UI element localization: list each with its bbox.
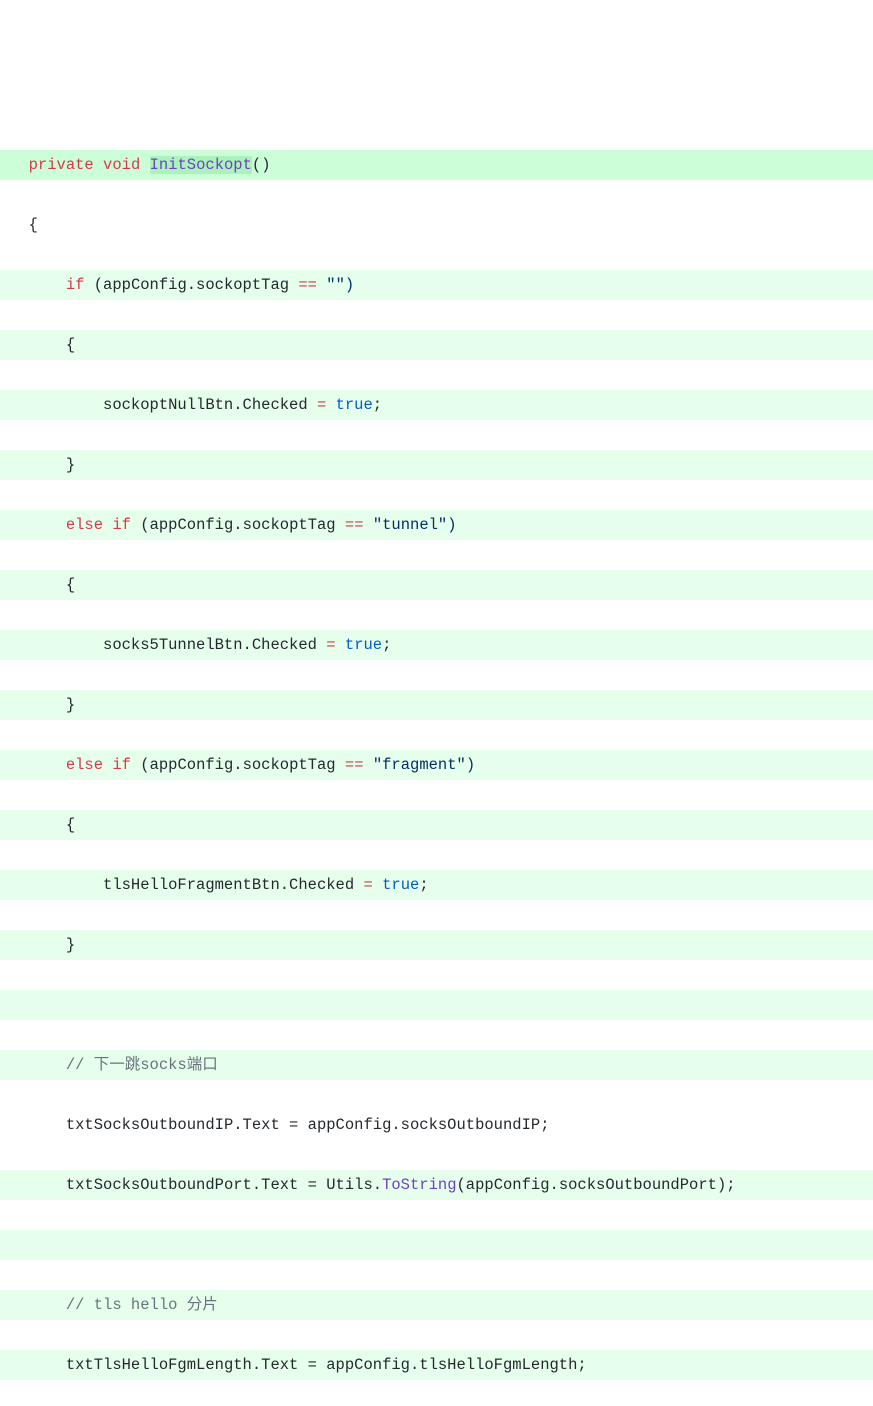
op-assign: =	[363, 876, 372, 894]
code-line: }	[0, 690, 873, 720]
code-line: txtTlsHelloFgmLength.Text = appConfig.tl…	[0, 1350, 873, 1380]
code-line: {	[0, 330, 873, 360]
string-literal: "fragment")	[364, 756, 476, 774]
stmt-suffix: (appConfig.socksOutboundPort);	[457, 1176, 736, 1194]
bool-literal: true	[382, 876, 419, 894]
brace-open: {	[66, 576, 75, 594]
keyword-else: else	[66, 516, 103, 534]
bool-literal: true	[345, 636, 382, 654]
op-assign: =	[317, 396, 326, 414]
string-literal: "")	[317, 276, 354, 294]
stmt: txtSocksOutboundIP.Text = appConfig.sock…	[66, 1116, 550, 1134]
keyword-private: private	[29, 156, 94, 174]
code-line: tlsHelloFragmentBtn.Checked = true;	[0, 870, 873, 900]
code-line: private void InitSockopt()	[0, 150, 873, 180]
op-assign: =	[326, 636, 335, 654]
brace-close: }	[66, 456, 75, 474]
paren: ()	[252, 156, 271, 174]
op-eq: ==	[345, 516, 364, 534]
code-line: socks5TunnelBtn.Checked = true;	[0, 630, 873, 660]
keyword-if: if	[112, 516, 131, 534]
cond-open: (appConfig.sockoptTag	[94, 276, 299, 294]
cond-open: (appConfig.sockoptTag	[140, 516, 345, 534]
code-line: else if (appConfig.sockoptTag == "fragme…	[0, 750, 873, 780]
code-line: if (appConfig.sockoptTag == "")	[0, 270, 873, 300]
cond-open: (appConfig.sockoptTag	[140, 756, 345, 774]
stmt-prefix: txtSocksOutboundPort.Text = Utils.	[66, 1176, 382, 1194]
brace-open: {	[66, 336, 75, 354]
code-line	[0, 990, 873, 1020]
code-line: }	[0, 930, 873, 960]
code-line: {	[0, 570, 873, 600]
brace-close: }	[66, 936, 75, 954]
stmt: txtTlsHelloFgmLength.Text = appConfig.tl…	[66, 1356, 587, 1374]
bool-literal: true	[336, 396, 373, 414]
code-line: sockoptNullBtn.Checked = true;	[0, 390, 873, 420]
method-call: ToString	[382, 1176, 456, 1194]
brace-open: {	[66, 816, 75, 834]
code-line: else if (appConfig.sockoptTag == "tunnel…	[0, 510, 873, 540]
code-line: txtSocksOutboundPort.Text = Utils.ToStri…	[0, 1170, 873, 1200]
code-line	[0, 1230, 873, 1260]
op-eq: ==	[298, 276, 317, 294]
code-line: {	[0, 210, 873, 240]
string-literal: "tunnel")	[364, 516, 457, 534]
code-line: {	[0, 810, 873, 840]
brace-open: {	[29, 216, 38, 234]
stmt-prefix: socks5TunnelBtn.Checked	[103, 636, 326, 654]
semi: ;	[419, 876, 428, 894]
comment: // tls hello 分片	[66, 1296, 218, 1314]
code-diff-block: private void InitSockopt() { if (appConf…	[0, 120, 873, 1406]
keyword-void: void	[103, 156, 140, 174]
code-line: // 下一跳socks端口	[0, 1050, 873, 1080]
code-line: txtSocksOutboundIP.Text = appConfig.sock…	[0, 1110, 873, 1140]
keyword-if: if	[66, 276, 85, 294]
keyword-else: else	[66, 756, 103, 774]
comment: // 下一跳socks端口	[66, 1056, 218, 1074]
op-eq: ==	[345, 756, 364, 774]
code-line: // tls hello 分片	[0, 1290, 873, 1320]
code-line: }	[0, 450, 873, 480]
stmt-prefix: sockoptNullBtn.Checked	[103, 396, 317, 414]
brace-close: }	[66, 696, 75, 714]
semi: ;	[382, 636, 391, 654]
stmt-prefix: tlsHelloFragmentBtn.Checked	[103, 876, 363, 894]
semi: ;	[373, 396, 382, 414]
method-name: InitSockopt	[150, 156, 252, 174]
keyword-if: if	[112, 756, 131, 774]
